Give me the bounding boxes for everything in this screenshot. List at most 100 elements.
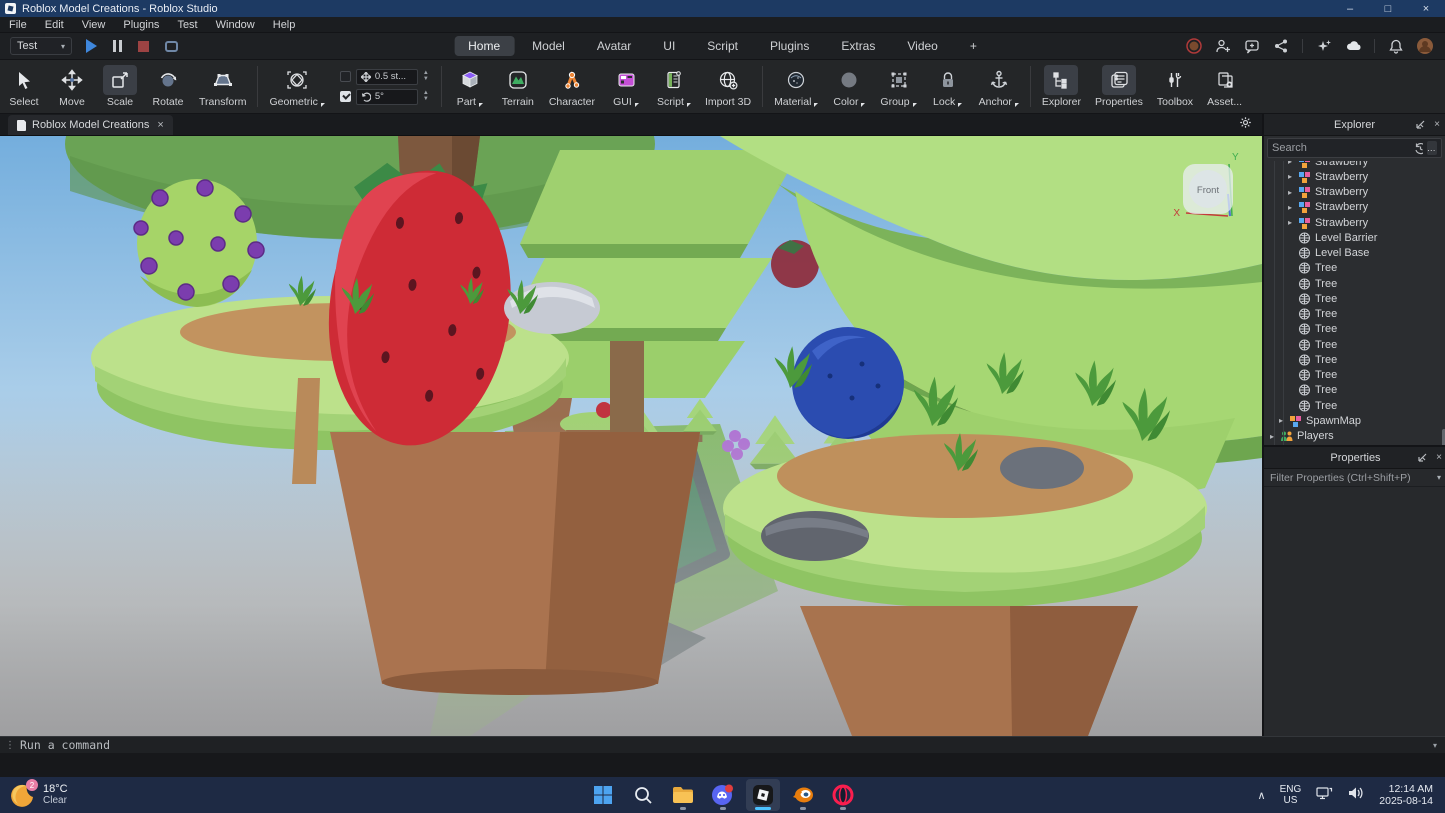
select-tool-button[interactable]: Select [0, 60, 48, 113]
anchor-button[interactable]: Anchor [972, 60, 1026, 113]
asset-manager-button[interactable]: Asset... [1200, 60, 1249, 113]
tab-home[interactable]: Home [454, 36, 514, 56]
menu-test[interactable]: Test [168, 17, 206, 32]
expand-arrow-icon[interactable]: ▸ [1288, 188, 1298, 197]
tree-item-tree[interactable]: Tree [1264, 307, 1445, 322]
menu-view[interactable]: View [73, 17, 115, 32]
user-avatar[interactable] [1417, 38, 1433, 54]
expand-arrow-icon[interactable]: ▸ [1270, 432, 1280, 441]
play-button[interactable] [86, 39, 97, 53]
character-button[interactable]: Character [542, 60, 602, 113]
rotate-tool-button[interactable]: Rotate [144, 60, 192, 113]
tree-item-strawberry[interactable]: ▸Strawberry [1264, 169, 1445, 184]
gui-button[interactable]: GUI [602, 60, 650, 113]
menu-file[interactable]: File [0, 17, 36, 32]
rotate-snap-field[interactable]: 5° [356, 89, 418, 105]
tree-item-tree[interactable]: Tree [1264, 291, 1445, 306]
stop-button[interactable] [138, 41, 149, 52]
screen-mode-icon[interactable] [165, 41, 178, 52]
network-icon[interactable] [1315, 785, 1333, 806]
tree-item-strawberry[interactable]: ▸Strawberry [1264, 161, 1445, 169]
maximize-button[interactable]: □ [1369, 0, 1407, 17]
blender-icon[interactable] [786, 779, 820, 811]
tab-add[interactable]: + [956, 36, 991, 56]
tree-item-spawnmap[interactable]: ▸SpawnMap [1264, 413, 1445, 428]
menu-help[interactable]: Help [264, 17, 305, 32]
minimize-button[interactable]: – [1331, 0, 1369, 17]
close-explorer-icon[interactable]: × [1434, 119, 1440, 130]
move-tool-button[interactable]: Move [48, 60, 96, 113]
start-button[interactable] [586, 779, 620, 811]
tray-chevron-icon[interactable]: ∧ [1258, 789, 1266, 802]
undock-icon[interactable] [1415, 119, 1426, 130]
notifications-bell-icon[interactable] [1388, 38, 1404, 54]
feedback-chat-icon[interactable] [1244, 38, 1260, 54]
tree-item-strawberry[interactable]: ▸Strawberry [1264, 200, 1445, 215]
roblox-studio-taskbar-icon[interactable] [746, 779, 780, 811]
lock-button[interactable]: Lock [924, 60, 972, 113]
volume-icon[interactable] [1347, 785, 1365, 806]
rotate-snap-checkbox[interactable] [340, 91, 351, 102]
tree-item-tree[interactable]: Tree [1264, 352, 1445, 367]
move-snap-stepper[interactable]: ▲▼ [423, 71, 429, 82]
ai-sparkle-icon[interactable] [1316, 38, 1332, 54]
history-icon[interactable] [1414, 142, 1423, 155]
tree-item-tree[interactable]: Tree [1264, 398, 1445, 413]
explorer-menu-icon[interactable]: … [1427, 141, 1437, 155]
cloud-icon[interactable] [1345, 38, 1361, 54]
add-collaborator-icon[interactable] [1215, 38, 1231, 54]
group-button[interactable]: Group [873, 60, 923, 113]
tab-avatar[interactable]: Avatar [583, 36, 645, 56]
expand-arrow-icon[interactable]: ▸ [1288, 161, 1298, 166]
close-tab-icon[interactable]: × [157, 119, 163, 131]
tab-extras[interactable]: Extras [827, 36, 889, 56]
color-button[interactable]: Color [825, 60, 873, 113]
tree-item-tree[interactable]: Tree [1264, 322, 1445, 337]
close-button[interactable]: × [1407, 0, 1445, 17]
properties-filter-input[interactable] [1270, 472, 1437, 484]
discord-icon[interactable] [706, 779, 740, 811]
opera-gx-icon[interactable] [826, 779, 860, 811]
expand-arrow-icon[interactable]: ▸ [1288, 203, 1298, 212]
tree-item-tree[interactable]: Tree [1264, 383, 1445, 398]
tab-model[interactable]: Model [518, 36, 579, 56]
tree-item-players[interactable]: ▸Players [1264, 429, 1445, 444]
tab-plugins[interactable]: Plugins [756, 36, 823, 56]
close-properties-icon[interactable]: × [1436, 452, 1442, 463]
drag-grip-icon[interactable]: ⋮ [0, 740, 20, 751]
rotate-snap-stepper[interactable]: ▲▼ [423, 91, 429, 102]
tab-video[interactable]: Video [893, 36, 951, 56]
tree-item-tree[interactable]: Tree [1264, 276, 1445, 291]
viewport-3d[interactable]: X Y Front [0, 136, 1262, 736]
pause-button[interactable] [113, 40, 122, 52]
test-mode-dropdown[interactable]: Test ▾ [10, 37, 72, 55]
explorer-toggle-button[interactable]: Explorer [1035, 60, 1088, 113]
geometric-mode-button[interactable]: Geometric [262, 60, 331, 113]
tab-script[interactable]: Script [693, 36, 752, 56]
tree-item-strawberry[interactable]: ▸Strawberry [1264, 185, 1445, 200]
tree-item-tree[interactable]: Tree [1264, 337, 1445, 352]
expand-arrow-icon[interactable]: ▸ [1288, 218, 1298, 227]
terrain-button[interactable]: Terrain [494, 60, 542, 113]
weather-widget[interactable]: 2 18°C Clear [0, 782, 68, 808]
search-button[interactable] [626, 779, 660, 811]
menu-window[interactable]: Window [207, 17, 264, 32]
undock-icon[interactable] [1417, 452, 1428, 463]
script-button[interactable]: Script [650, 60, 698, 113]
import-3d-button[interactable]: Import 3D [698, 60, 758, 113]
explorer-search-box[interactable]: … [1267, 138, 1442, 158]
part-button[interactable]: Part [446, 60, 494, 113]
toolbox-button[interactable]: Toolbox [1150, 60, 1200, 113]
tree-item-tree[interactable]: Tree [1264, 261, 1445, 276]
properties-toggle-button[interactable]: Properties [1088, 60, 1150, 113]
menu-edit[interactable]: Edit [36, 17, 73, 32]
recording-avatar-icon[interactable] [1186, 38, 1202, 54]
move-snap-checkbox[interactable] [340, 71, 351, 82]
tab-ui[interactable]: UI [649, 36, 689, 56]
explorer-tree[interactable]: ▸Strawberry ▸Strawberry ▸Strawberry ▸Str… [1264, 161, 1445, 454]
tree-item-tree[interactable]: Tree [1264, 368, 1445, 383]
menu-plugins[interactable]: Plugins [114, 17, 168, 32]
share-icon[interactable] [1273, 38, 1289, 54]
expand-arrow-icon[interactable]: ▸ [1279, 416, 1289, 425]
command-history-dropdown-icon[interactable]: ▾ [1433, 741, 1445, 750]
